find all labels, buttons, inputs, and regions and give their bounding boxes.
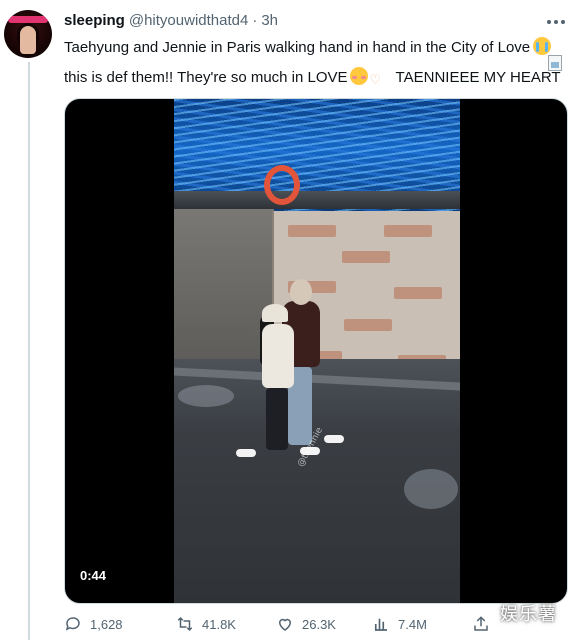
puddle — [178, 385, 234, 407]
tweet-text-2-tail: TAENNIEEE MY HEART — [395, 69, 561, 86]
puddle — [404, 469, 458, 509]
tweet-text-2: this is def them!! They're so much in LO… — [64, 69, 348, 86]
video-duration: 0:44 — [76, 566, 111, 585]
avatar-banner — [8, 16, 48, 23]
thread-line — [28, 62, 30, 640]
views-icon — [374, 618, 387, 631]
tweet-actions: 1,628 41.8K 26.3K 7.4M — [64, 612, 564, 636]
retweet-button[interactable]: 41.8K — [176, 612, 236, 636]
retweet-count: 41.8K — [202, 616, 236, 632]
panel-mark — [384, 225, 432, 237]
tweet-text-line1: Taehyung and Jennie in Paris walking han… — [64, 37, 552, 56]
person-left — [256, 304, 300, 454]
reply-count: 1,628 — [90, 616, 123, 632]
heart-hands-emoji-icon: ♡ — [369, 72, 382, 87]
life-buoy — [264, 165, 300, 205]
panel-mark — [342, 251, 390, 263]
shoe — [324, 435, 344, 443]
share-icon — [474, 616, 488, 631]
author-handle[interactable]: @hityouwidthatd4 — [129, 12, 248, 29]
views-count: 7.4M — [398, 616, 427, 632]
panel-mark — [288, 225, 336, 237]
share-button[interactable] — [472, 612, 490, 636]
corner-watermark: 娱乐薯 — [500, 604, 557, 625]
more-options-icon[interactable] — [544, 12, 568, 32]
tweet-text-line2: this is def them!! They're so much in LO… — [64, 67, 561, 87]
views-button[interactable]: 7.4M — [372, 612, 427, 636]
heart-icon — [278, 618, 292, 631]
retweet-icon — [177, 616, 193, 632]
avatar-figure — [20, 26, 36, 54]
like-button[interactable]: 26.3K — [276, 612, 336, 636]
railing — [174, 191, 460, 209]
avatar[interactable] — [4, 10, 52, 58]
tweet-text-1: Taehyung and Jennie in Paris walking han… — [64, 39, 531, 56]
reply-button[interactable]: 1,628 — [64, 612, 123, 636]
like-count: 26.3K — [302, 616, 336, 632]
separator: · — [252, 12, 258, 29]
tweet-header: sleeping @hityouwidthatd4 · 3h — [64, 12, 278, 29]
panel-mark — [394, 287, 442, 299]
tweet-time[interactable]: 3h — [261, 12, 278, 29]
shoe — [236, 449, 256, 457]
reply-icon — [65, 617, 80, 631]
crying-emoji-icon — [533, 37, 552, 55]
author-name[interactable]: sleeping — [64, 12, 125, 29]
panel-mark — [344, 319, 392, 331]
blushing-emoji-icon — [349, 67, 368, 85]
video-player[interactable]: @taennie — [64, 98, 568, 604]
video-frame: @taennie — [174, 99, 460, 603]
broken-image-icon — [548, 55, 562, 71]
